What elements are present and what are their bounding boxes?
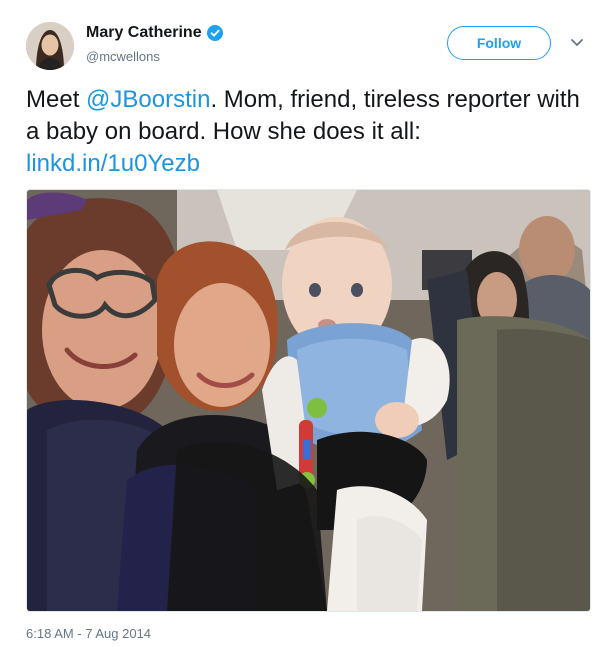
url-link[interactable]: linkd.in/1u0Yezb [26,150,200,177]
tweet-text-prefix: Meet [26,86,87,113]
avatar[interactable] [26,22,74,70]
author-handle[interactable]: @mcwellons [86,49,160,64]
mention-link[interactable]: @JBoorstin [86,86,210,113]
chevron-down-icon[interactable] [570,38,584,48]
avatar-image [26,22,74,70]
verified-badge-icon [206,25,223,41]
tweet-card: Mary Catherine @mcwellons Follow Meet @J… [0,0,593,647]
author-name-row: Mary Catherine [86,24,223,42]
author-display-name[interactable]: Mary Catherine [86,24,202,42]
follow-button[interactable]: Follow [447,26,551,60]
tweet-text: Meet @JBoorstin. Mom, friend, tireless r… [26,84,586,180]
tweet-photo[interactable] [26,189,591,612]
photo-image [27,190,590,611]
tweet-timestamp[interactable]: 6:18 AM - 7 Aug 2014 [26,626,151,641]
